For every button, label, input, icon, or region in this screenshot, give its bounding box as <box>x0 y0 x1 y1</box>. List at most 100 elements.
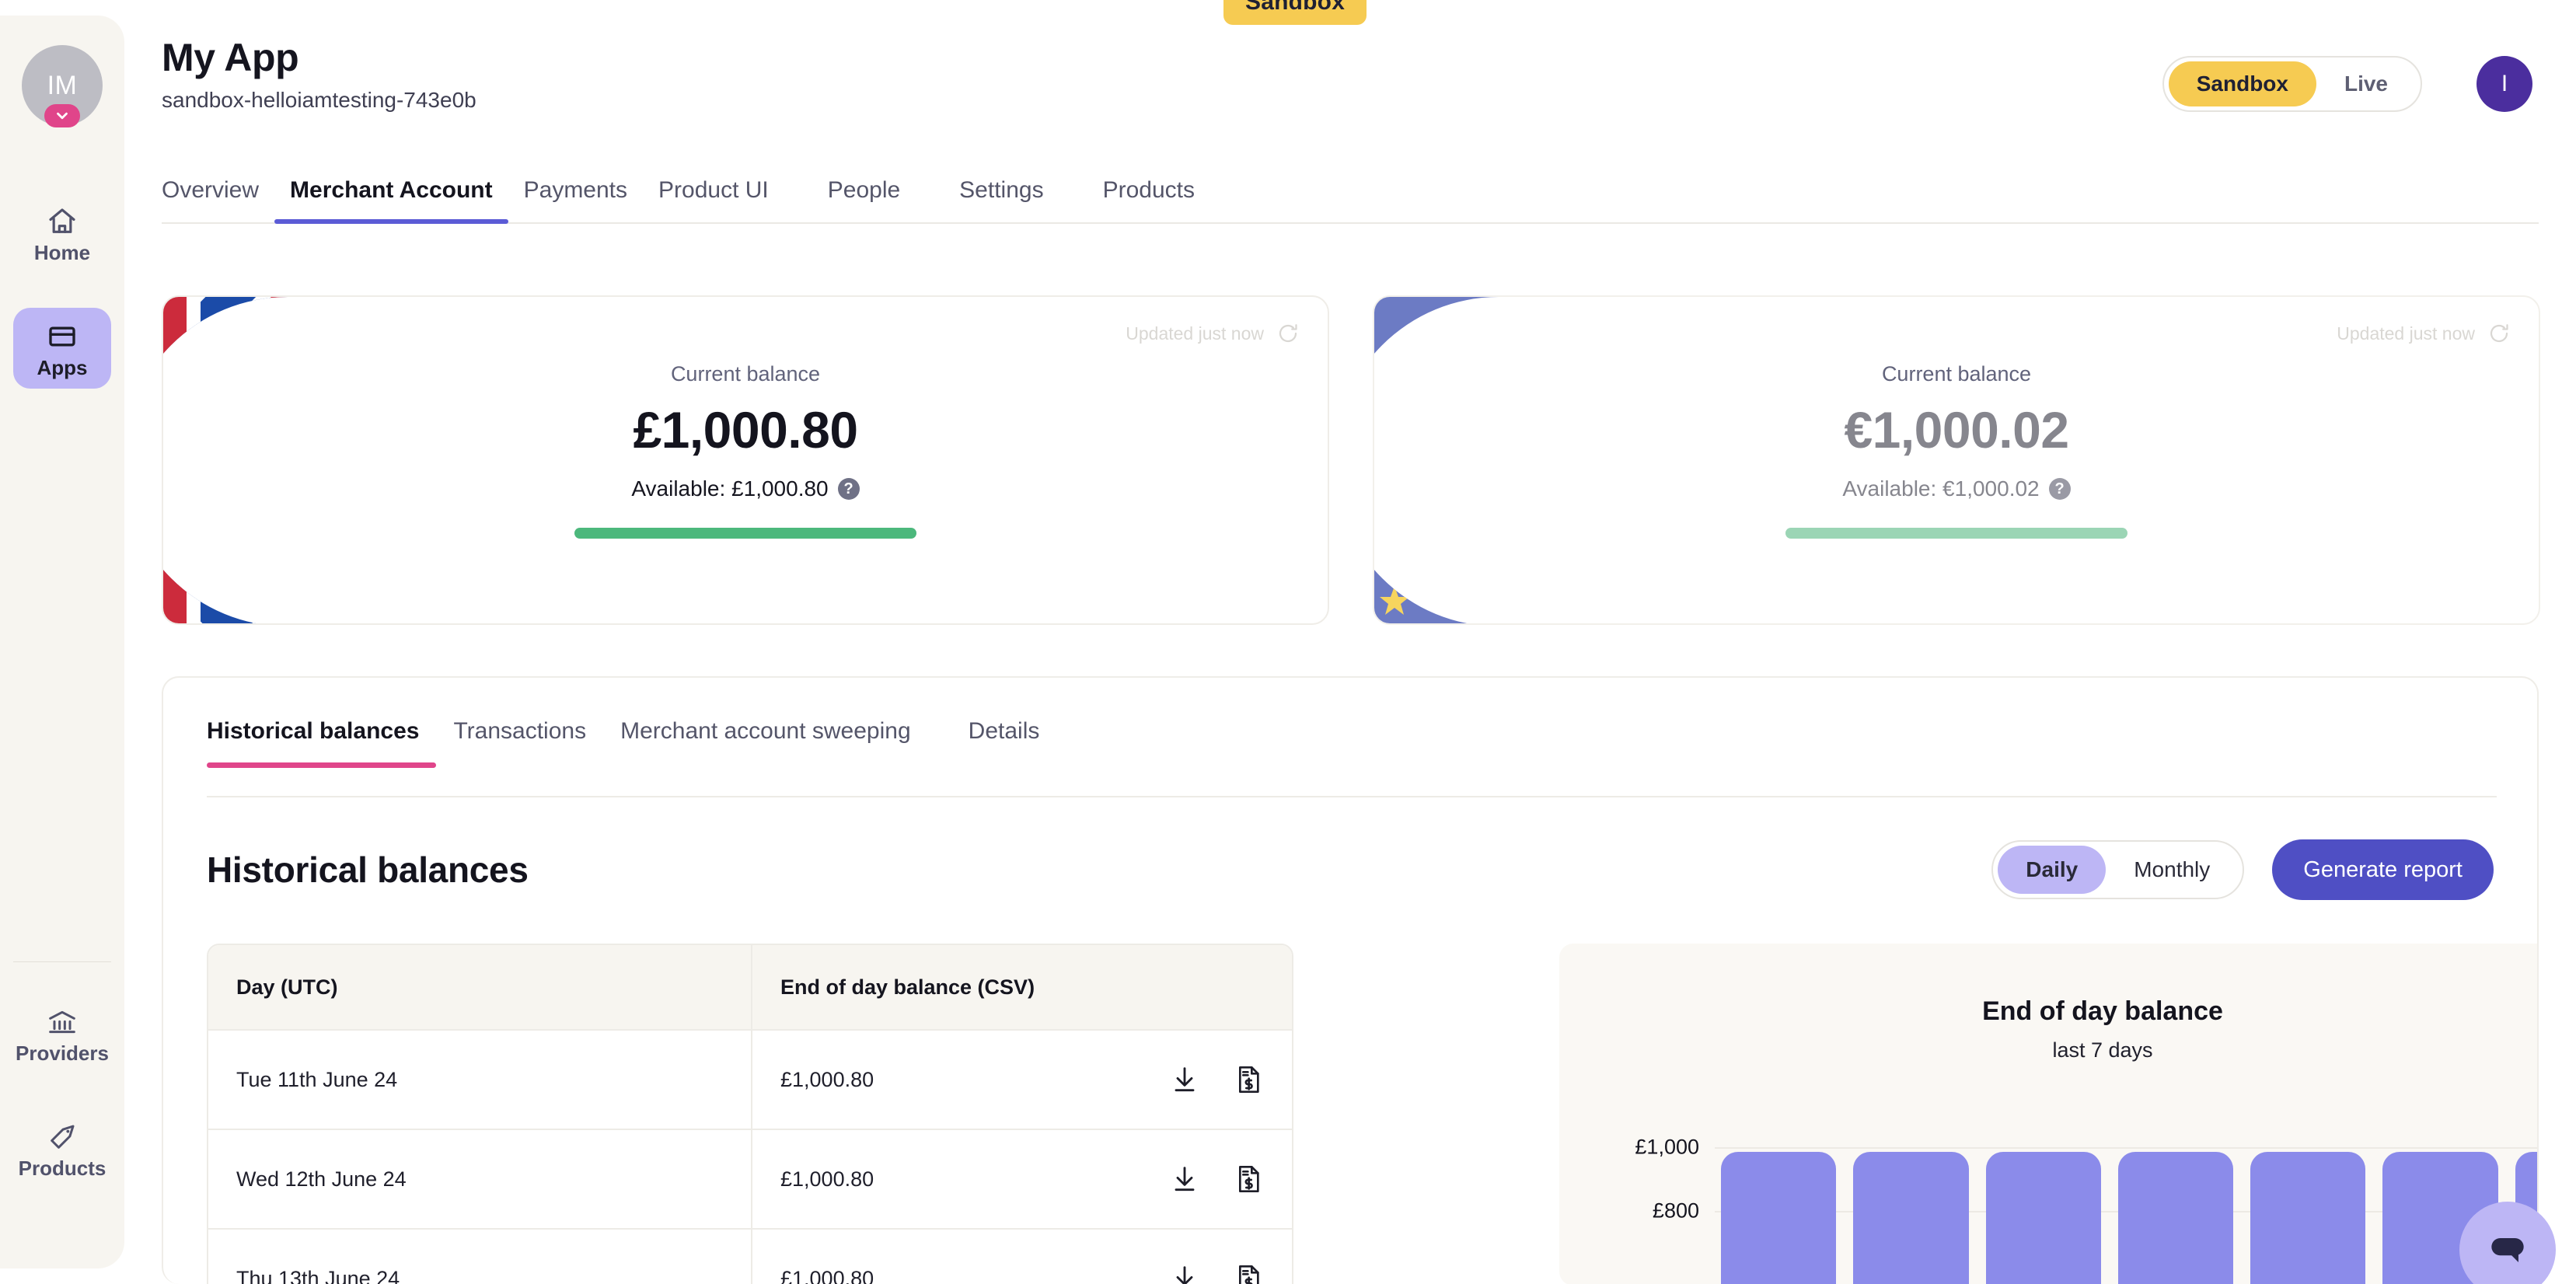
current-balance-label: Current balance <box>1881 362 2032 386</box>
balance-progress-bar <box>1785 528 2127 539</box>
bar-3[interactable] <box>2117 1152 2234 1284</box>
balance-card-gbp: Updated just now Current balance £1,000.… <box>162 295 1329 625</box>
section-header: Historical balances Daily Monthly Genera… <box>207 839 2494 900</box>
frequency-option-daily[interactable]: Daily <box>1998 846 2107 894</box>
download-icon[interactable] <box>1169 1164 1200 1195</box>
chevron-down-icon[interactable] <box>44 104 80 127</box>
available-balance-text: Available: €1,000.02 <box>1842 476 2040 501</box>
tab-payments[interactable]: Payments <box>508 177 643 224</box>
tab-settings[interactable]: Settings <box>944 177 1059 224</box>
cell-balance: £1,000.80 <box>780 1067 874 1091</box>
question-mark-icon[interactable]: ? <box>837 478 860 500</box>
bar-2[interactable] <box>1985 1152 2101 1284</box>
tab-historical-balances[interactable]: Historical balances <box>207 718 437 768</box>
primary-tabs: Overview Merchant Account Payments Produ… <box>162 177 2539 224</box>
chart-title: End of day balance <box>1982 996 2223 1026</box>
sidebar-item-products[interactable]: Products <box>13 1108 111 1189</box>
invoice-dollar-icon[interactable] <box>1233 1064 1264 1095</box>
current-balance-label: Current balance <box>670 362 821 386</box>
tab-product-ui[interactable]: Product UI <box>643 177 784 224</box>
environment-toggle[interactable]: Sandbox Live <box>2162 56 2422 112</box>
rail-divider <box>13 961 111 962</box>
bar-4[interactable] <box>2250 1152 2366 1284</box>
section-actions: Daily Monthly Generate report <box>1991 839 2494 900</box>
refresh-icon[interactable] <box>1276 322 1300 345</box>
cell-balance-group: £1,000.80 <box>752 1230 1292 1284</box>
window-icon <box>46 320 79 353</box>
frequency-option-monthly[interactable]: Monthly <box>2106 846 2238 894</box>
sidebar-item-label: Home <box>33 241 91 264</box>
tab-people[interactable]: People <box>812 177 916 224</box>
sidebar-item-providers[interactable]: Providers <box>13 993 111 1074</box>
tab-overview[interactable]: Overview <box>162 177 274 224</box>
download-icon[interactable] <box>1169 1263 1200 1284</box>
question-mark-icon[interactable]: ? <box>2048 478 2071 500</box>
cell-balance: £1,000.80 <box>780 1167 874 1191</box>
bank-icon <box>46 1006 79 1038</box>
historical-balances-panel: Historical balances Transactions Merchan… <box>162 676 2539 1284</box>
available-balance-row: Available: €1,000.02 ? <box>1842 476 2071 501</box>
chart-plot-area: £1,000 £800 <box>1635 1136 2537 1284</box>
tab-merchant-account-sweeping[interactable]: Merchant account sweeping <box>603 718 928 768</box>
current-balance-amount: £1,000.80 <box>633 401 858 459</box>
row-action-icons <box>1169 1164 1264 1195</box>
env-option-sandbox[interactable]: Sandbox <box>2168 61 2316 106</box>
user-avatar[interactable]: I <box>2477 56 2532 112</box>
chart-bars <box>1721 1147 2537 1284</box>
cell-day: Thu 13th June 24 <box>208 1230 752 1284</box>
table-row[interactable]: Wed 12th June 24 £1,000.80 <box>208 1129 1292 1228</box>
table-row[interactable]: Thu 13th June 24 £1,000.80 <box>208 1228 1292 1284</box>
rail-primary-items: Home Apps <box>0 193 124 423</box>
main-content: My App sandbox-helloiamtesting-743e0b Sa… <box>124 0 2576 1284</box>
rail-secondary-items: Providers Products <box>0 961 124 1223</box>
top-environment-badge: Sandbox <box>1223 0 1367 25</box>
panel-tabs: Historical balances Transactions Merchan… <box>207 718 1056 768</box>
sidebar-item-label: Apps <box>37 356 88 379</box>
row-action-icons <box>1169 1064 1264 1095</box>
generate-report-button[interactable]: Generate report <box>2272 839 2494 900</box>
available-balance-row: Available: £1,000.80 ? <box>631 476 860 501</box>
rail-account-switcher[interactable]: IM <box>22 45 103 127</box>
end-of-day-balance-chart: End of day balance last 7 days £1,000 £8… <box>1559 944 2537 1284</box>
available-balance-text: Available: £1,000.80 <box>631 476 829 501</box>
column-header-balance: End of day balance (CSV) <box>780 975 1035 999</box>
chat-widget-button[interactable] <box>2459 1202 2556 1284</box>
invoice-dollar-icon[interactable] <box>1233 1263 1264 1284</box>
download-icon[interactable] <box>1169 1064 1200 1095</box>
section-title: Historical balances <box>207 850 529 890</box>
y-tick-label: £1,000 <box>1635 1135 1699 1159</box>
y-tick-label: £800 <box>1652 1199 1699 1223</box>
left-nav-rail: IM Home Apps Providers Products <box>0 16 124 1268</box>
current-balance-amount: €1,000.02 <box>1844 401 2069 459</box>
tab-products[interactable]: Products <box>1087 177 1210 224</box>
invoice-dollar-icon[interactable] <box>1233 1164 1264 1195</box>
bar-0[interactable] <box>1721 1152 1837 1284</box>
updated-label: Updated just now <box>2337 323 2475 344</box>
cell-balance-group: £1,000.80 <box>752 1031 1292 1129</box>
page-title: My App <box>162 36 299 79</box>
sidebar-item-apps[interactable]: Apps <box>13 308 111 389</box>
app-root: Sandbox IM Home Apps Providers Products … <box>0 0 2576 1284</box>
historical-balances-table: Day (UTC) End of day balance (CSV) Tue 1… <box>207 944 1293 1284</box>
updated-status-eur[interactable]: Updated just now <box>2337 322 2511 345</box>
tag-rocket-icon <box>46 1121 79 1153</box>
cell-balance: £1,000.80 <box>780 1266 874 1284</box>
cell-day: Tue 11th June 24 <box>208 1031 752 1129</box>
updated-status-gbp[interactable]: Updated just now <box>1126 322 1300 345</box>
refresh-icon[interactable] <box>2487 322 2511 345</box>
tab-transactions[interactable]: Transactions <box>436 718 603 768</box>
balance-cards: Updated just now Current balance £1,000.… <box>162 295 2540 625</box>
balance-progress-bar <box>574 528 916 539</box>
table-header-row: Day (UTC) End of day balance (CSV) <box>208 945 1292 1029</box>
table-row[interactable]: Tue 11th June 24 £1,000.80 <box>208 1029 1292 1129</box>
frequency-toggle[interactable]: Daily Monthly <box>1991 840 2245 899</box>
bar-1[interactable] <box>1853 1152 1969 1284</box>
sidebar-item-label: Products <box>18 1157 106 1180</box>
tab-details[interactable]: Details <box>951 718 1057 768</box>
updated-label: Updated just now <box>1126 323 1264 344</box>
page-subtitle: sandbox-helloiamtesting-743e0b <box>162 87 476 112</box>
env-option-live[interactable]: Live <box>2316 61 2416 106</box>
sidebar-item-home[interactable]: Home <box>13 193 111 274</box>
tab-merchant-account[interactable]: Merchant Account <box>274 177 508 224</box>
chart-subtitle: last 7 days <box>2052 1038 2153 1062</box>
